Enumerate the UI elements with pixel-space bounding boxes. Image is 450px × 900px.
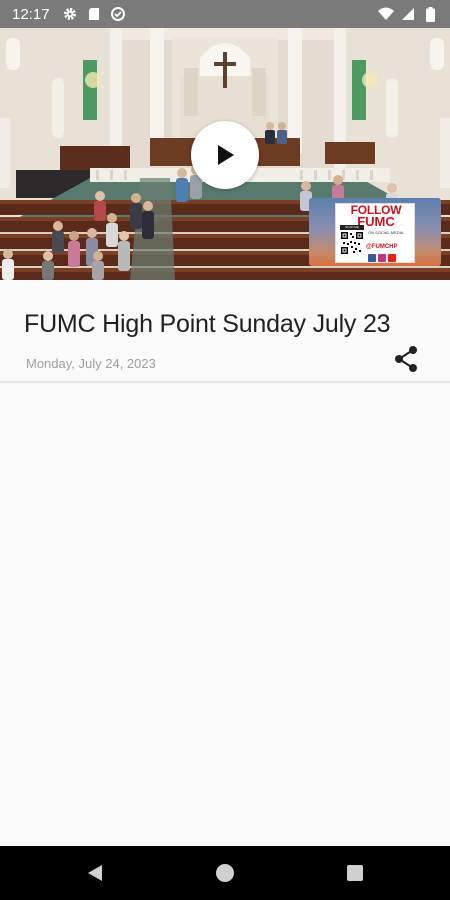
follow-sign-card: FOLLOW FUMC SCAN ME ON SOCIAL MEDIA @FUM… <box>335 203 415 263</box>
sign-social-icons <box>368 254 396 262</box>
play-icon <box>218 145 234 165</box>
sign-subtitle: ON SOCIAL MEDIA <box>368 230 404 235</box>
status-left-icons <box>62 6 126 22</box>
recents-button[interactable] <box>343 861 367 885</box>
data-saver-icon <box>110 6 126 22</box>
recents-icon <box>347 865 363 881</box>
status-time: 12:17 <box>12 5 50 23</box>
follow-sign-overlay: FOLLOW FUMC SCAN ME ON SOCIAL MEDIA @FUM… <box>309 198 441 266</box>
facebook-icon <box>368 254 376 262</box>
signal-icon <box>400 6 416 22</box>
wifi-icon <box>378 6 394 22</box>
status-right-icons <box>378 6 438 22</box>
share-button[interactable] <box>390 343 422 375</box>
divider <box>0 381 450 383</box>
sign-handle: @FUMCHP <box>366 244 398 250</box>
share-icon <box>395 346 417 372</box>
post-details: FUMC High Point Sunday July 23 Monday, J… <box>0 280 450 846</box>
battery-icon <box>422 6 438 22</box>
home-icon <box>216 864 234 882</box>
status-bar: 12:17 <box>0 0 450 28</box>
instagram-icon <box>378 254 386 262</box>
video-player[interactable]: FOLLOW FUMC SCAN ME ON SOCIAL MEDIA @FUM… <box>0 28 450 280</box>
back-button[interactable] <box>83 861 107 885</box>
youtube-icon <box>388 254 396 262</box>
post-date: Monday, July 24, 2023 <box>26 356 156 371</box>
home-button[interactable] <box>213 861 237 885</box>
sign-scan-label: SCAN ME <box>340 225 364 230</box>
qr-code-icon <box>340 231 364 255</box>
post-title: FUMC High Point Sunday July 23 <box>24 310 391 338</box>
system-nav-bar <box>0 846 450 900</box>
play-button[interactable] <box>191 121 259 189</box>
sd-card-icon <box>86 6 102 22</box>
back-icon <box>88 865 102 881</box>
gear-icon <box>62 6 78 22</box>
